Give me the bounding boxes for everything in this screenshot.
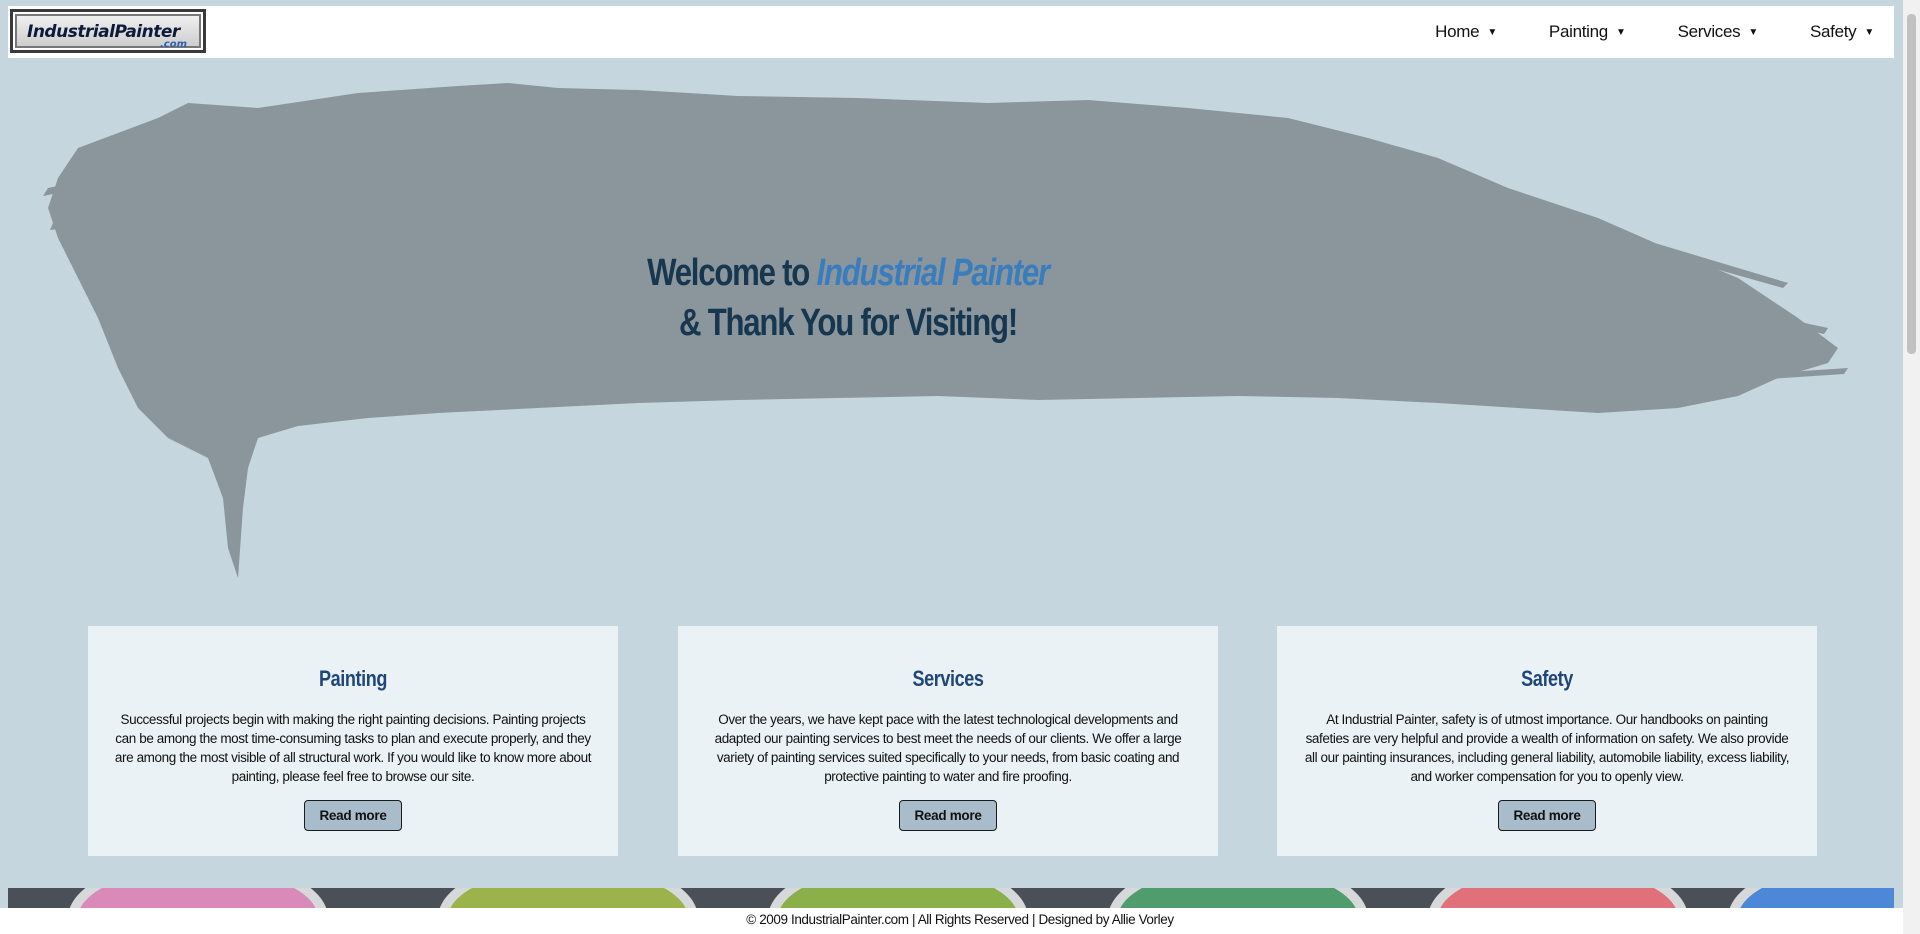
read-more-button[interactable]: Read more [899,800,997,831]
card-text: Over the years, we have kept pace with t… [714,712,1182,784]
nav-item-safety[interactable]: Safety ▼ [1810,22,1874,42]
card-painting: Painting Successful projects begin with … [88,626,618,856]
logo-text: IndustrialPainter [27,22,180,42]
nav-label: Services [1677,22,1741,41]
nav-label: Painting [1548,22,1608,41]
footer-text: © 2009 IndustrialPainter.com | All Right… [746,912,1174,927]
nav-item-services[interactable]: Services ▼ [1677,22,1759,42]
nav-item-painting[interactable]: Painting ▼ [1549,22,1626,42]
hero-welcome-text: Welcome to [647,252,817,294]
footer: © 2009 IndustrialPainter.com | All Right… [0,908,1920,934]
card-safety: Safety At Industrial Painter, safety is … [1277,626,1817,856]
hero-heading: Welcome to Industrial Painter & Thank Yo… [610,248,1086,348]
card-title: Painting [319,666,387,691]
card-title: Services [912,666,984,691]
nav-item-home[interactable]: Home ▼ [1435,22,1497,42]
main-nav: Home ▼ Painting ▼ Services ▼ Safety ▼ [1383,6,1874,58]
scrollbar-thumb[interactable] [1907,14,1916,354]
card-title: Safety [1521,666,1573,691]
read-more-button[interactable]: Read more [1498,800,1596,831]
site-logo[interactable]: IndustrialPainter .com [10,9,206,53]
caret-down-icon: ▼ [1487,26,1497,38]
nav-label: Home [1435,22,1480,41]
hero-brand-text: Industrial Painter [816,252,1051,294]
caret-down-icon: ▼ [1615,26,1626,38]
caret-down-icon: ▼ [1748,26,1758,38]
vertical-scrollbar[interactable] [1903,0,1920,934]
hero-thanks-text: & Thank You for Visiting! [678,302,1018,344]
top-bar: IndustrialPainter .com Home ▼ Painting ▼… [8,6,1894,58]
card-text: Successful projects begin with making th… [114,712,592,784]
caret-down-icon: ▼ [1864,26,1874,38]
nav-label: Safety [1809,22,1857,41]
page: IndustrialPainter .com Home ▼ Painting ▼… [8,6,1894,934]
logo-sub-text: .com [159,39,187,50]
hero-section: Welcome to Industrial Painter & Thank Yo… [38,78,1858,598]
card-text: At Industrial Painter, safety is of utmo… [1304,712,1790,784]
read-more-button[interactable]: Read more [304,800,402,831]
card-services: Services Over the years, we have kept pa… [678,626,1218,856]
